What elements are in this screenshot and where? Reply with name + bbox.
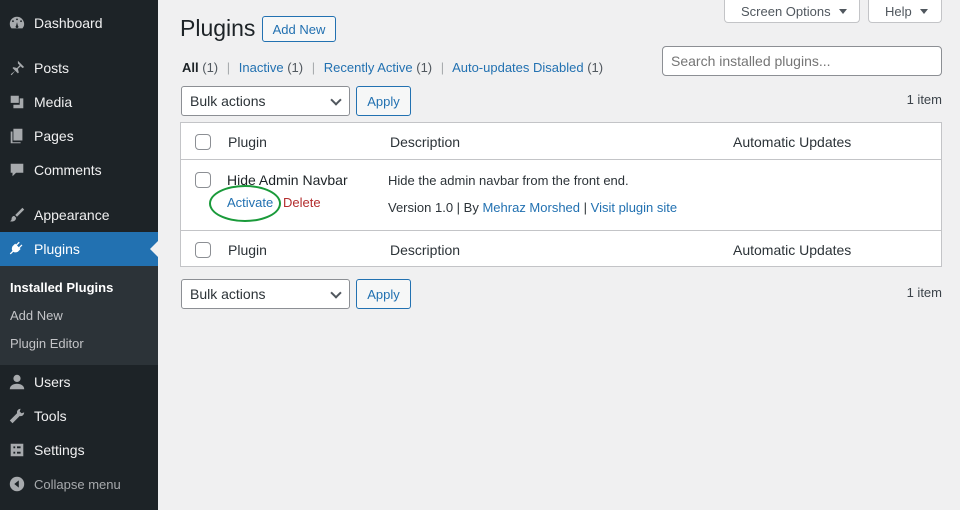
comment-icon [7, 160, 27, 180]
author-link[interactable]: Mehraz Morshed [482, 200, 580, 215]
separator: | [226, 60, 231, 75]
menu-posts[interactable]: Posts [0, 51, 158, 85]
dashboard-icon [7, 13, 27, 33]
menu-label: Tools [34, 408, 67, 424]
pin-icon [7, 58, 27, 78]
submenu-add-new[interactable]: Add New [10, 308, 63, 323]
separator: | [311, 60, 316, 75]
menu-label: Pages [34, 128, 74, 144]
plugin-row-checkbox[interactable] [195, 172, 211, 188]
submenu-installed-plugins[interactable]: Installed Plugins [10, 280, 113, 295]
menu-plugins[interactable]: Plugins [0, 232, 158, 266]
filter-recently-active[interactable]: Recently Active [324, 60, 413, 75]
separator: | [440, 60, 445, 75]
screen-options-button[interactable]: Screen Options [724, 0, 860, 23]
plugin-description: Hide the admin navbar from the front end… [388, 173, 629, 188]
divider [181, 230, 941, 231]
item-count-top: 1 item [906, 92, 942, 107]
plugin-icon [7, 239, 27, 259]
bulk-actions-select-top[interactable]: Bulk actions [181, 86, 350, 116]
menu-pages[interactable]: Pages [0, 119, 158, 153]
menu-label: Dashboard [34, 15, 103, 31]
plugins-submenu: Installed Plugins Add New Plugin Editor [0, 266, 158, 365]
pages-icon [7, 126, 27, 146]
by-label: By [463, 200, 479, 215]
column-footer-description: Description [390, 242, 461, 258]
filter-auto-count: (1) [587, 60, 604, 75]
menu-label: Media [34, 94, 73, 110]
bulk-actions-select-bottom[interactable]: Bulk actions [181, 279, 350, 309]
menu-label: Appearance [34, 207, 110, 223]
select-all-checkbox-bottom[interactable] [195, 242, 211, 258]
help-button[interactable]: Help [868, 0, 942, 23]
column-header-plugin[interactable]: Plugin [228, 134, 267, 150]
add-new-button[interactable]: Add New [262, 16, 336, 42]
menu-users[interactable]: Users [0, 365, 158, 399]
filter-auto-updates-disabled[interactable]: Auto-updates Disabled [452, 60, 584, 75]
menu-label: Comments [34, 162, 102, 178]
menu-dashboard[interactable]: Dashboard [0, 6, 158, 40]
menu-label: Posts [34, 60, 70, 76]
screen-options-label: Screen Options [741, 3, 831, 19]
help-label: Help [885, 3, 912, 19]
filter-all-count: (1) [202, 60, 219, 75]
column-footer-auto-updates: Automatic Updates [733, 242, 852, 258]
delete-link[interactable]: Delete [283, 195, 321, 210]
menu-appearance[interactable]: Appearance [0, 198, 158, 232]
collapse-icon [7, 474, 27, 494]
menu-settings[interactable]: Settings [0, 433, 158, 467]
user-icon [7, 372, 27, 392]
search-plugins-input[interactable] [662, 46, 942, 76]
menu-label: Plugins [34, 241, 80, 257]
admin-sidebar: Dashboard Posts Media Pages Comments App… [0, 0, 158, 510]
media-icon [7, 92, 27, 112]
menu-tools[interactable]: Tools [0, 399, 158, 433]
separator: | [456, 200, 464, 215]
divider [181, 159, 941, 160]
apply-button-top[interactable]: Apply [356, 86, 411, 116]
chevron-down-icon [330, 287, 342, 299]
menu-collapse[interactable]: Collapse menu [0, 467, 158, 501]
bulk-actions-label: Bulk actions [190, 286, 266, 302]
column-footer-plugin[interactable]: Plugin [228, 242, 267, 258]
bulk-actions-label: Bulk actions [190, 93, 266, 109]
menu-comments[interactable]: Comments [0, 153, 158, 187]
plugin-version: Version 1.0 [388, 200, 454, 215]
column-header-auto-updates: Automatic Updates [733, 134, 852, 150]
item-count-bottom: 1 item [906, 285, 942, 300]
filter-inactive[interactable]: Inactive [239, 60, 284, 75]
select-all-checkbox-top[interactable] [195, 134, 211, 150]
chevron-down-icon [330, 94, 342, 106]
brush-icon [7, 205, 27, 225]
filter-inactive-count: (1) [287, 60, 304, 75]
wrench-icon [7, 406, 27, 426]
submenu-plugin-editor[interactable]: Plugin Editor [10, 336, 84, 351]
plugin-meta: Version 1.0 | By Mehraz Morshed | Visit … [388, 200, 677, 215]
menu-media[interactable]: Media [0, 85, 158, 119]
separator: | [583, 200, 591, 215]
column-header-description: Description [390, 134, 461, 150]
plugins-table: Plugin Description Automatic Updates Hid… [180, 122, 942, 267]
caret-down-icon [838, 8, 847, 14]
menu-label: Users [34, 374, 71, 390]
menu-label: Settings [34, 442, 85, 458]
settings-icon [7, 440, 27, 460]
visit-plugin-site-link[interactable]: Visit plugin site [591, 200, 677, 215]
menu-label: Collapse menu [34, 476, 121, 492]
filter-all[interactable]: All [182, 60, 199, 75]
page-title: Plugins [180, 15, 256, 41]
apply-button-bottom[interactable]: Apply [356, 279, 411, 309]
caret-down-icon [919, 8, 928, 14]
plugin-name: Hide Admin Navbar [227, 172, 348, 188]
activate-link[interactable]: Activate [227, 195, 273, 210]
plugin-status-filters: All (1) | Inactive (1) | Recently Active… [182, 60, 603, 75]
filter-recent-count: (1) [416, 60, 433, 75]
